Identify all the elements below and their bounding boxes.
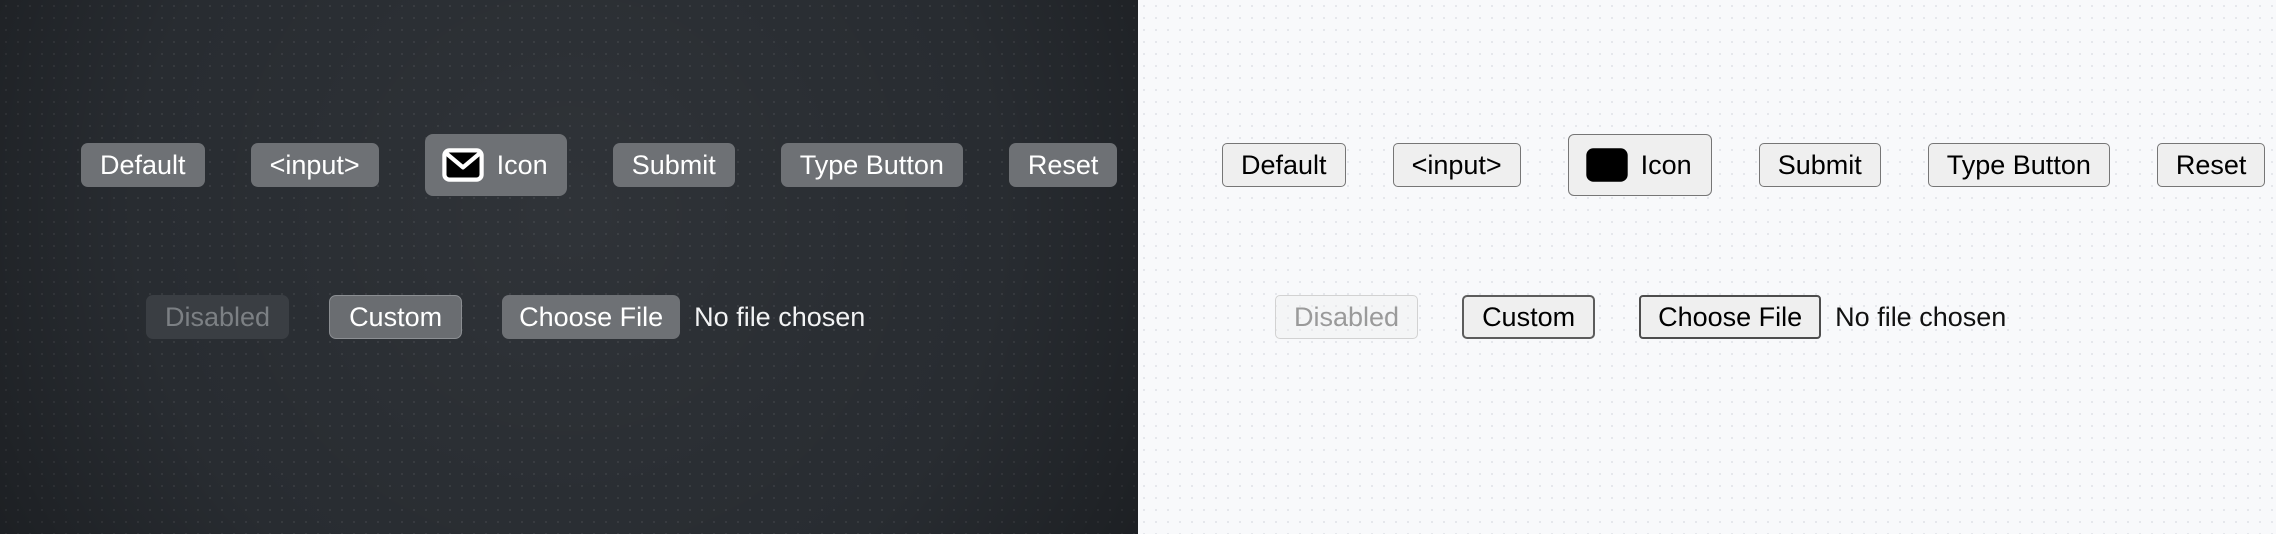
type-button-light[interactable]: Type Button <box>1927 143 2110 187</box>
file-input-light[interactable]: Choose File No file chosen <box>1639 295 2006 339</box>
reset-button-dark[interactable]: Reset <box>1008 143 1118 187</box>
icon-button-dark[interactable]: Icon <box>424 134 567 196</box>
reset-button-light[interactable]: Reset <box>2156 143 2266 187</box>
disabled-button-dark: Disabled <box>146 295 290 339</box>
icon-button-light[interactable]: Icon <box>1567 134 1712 196</box>
file-status-text-dark: No file chosen <box>694 301 866 332</box>
disabled-button-light: Disabled <box>1275 295 1419 339</box>
file-status-text-light: No file chosen <box>1835 301 2007 332</box>
light-theme-panel: Default <input> Icon Submit Type Button … <box>1138 0 2276 534</box>
input-button-dark[interactable]: <input> <box>250 143 379 187</box>
choose-file-button-light[interactable]: Choose File <box>1639 295 1822 339</box>
custom-button-dark[interactable]: Custom <box>329 295 463 339</box>
dark-theme-panel: Default <input> Icon Submit Type Button … <box>0 0 1138 534</box>
custom-button-light[interactable]: Custom <box>1462 295 1596 339</box>
dark-button-rows: Default <input> Icon Submit Type Button … <box>0 0 1138 534</box>
file-input-dark[interactable]: Choose File No file chosen <box>502 295 865 339</box>
submit-button-dark[interactable]: Submit <box>612 143 735 187</box>
dark-button-row-secondary: Disabled Custom Choose File No file chos… <box>146 281 865 353</box>
default-button-dark[interactable]: Default <box>81 143 205 187</box>
light-button-rows: Default <input> Icon Submit Type Button … <box>1138 0 2276 534</box>
icon-button-label-light: Icon <box>1640 149 1692 180</box>
submit-button-light[interactable]: Submit <box>1758 143 1881 187</box>
screenshot-stage: Default <input> Icon Submit Type Button … <box>0 0 2276 534</box>
icon-button-label-dark: Icon <box>496 149 548 180</box>
light-button-row-primary: Default <input> Icon Submit Type Button … <box>1222 121 2266 209</box>
dark-button-row-primary: Default <input> Icon Submit Type Button … <box>81 121 1118 209</box>
choose-file-button-dark[interactable]: Choose File <box>502 295 681 339</box>
input-button-light[interactable]: <input> <box>1392 143 1521 187</box>
light-button-row-secondary: Disabled Custom Choose File No file chos… <box>1275 281 2006 353</box>
type-button-dark[interactable]: Type Button <box>780 143 963 187</box>
envelope-icon <box>1585 148 1628 182</box>
default-button-light[interactable]: Default <box>1222 143 1346 187</box>
envelope-icon <box>441 148 484 182</box>
